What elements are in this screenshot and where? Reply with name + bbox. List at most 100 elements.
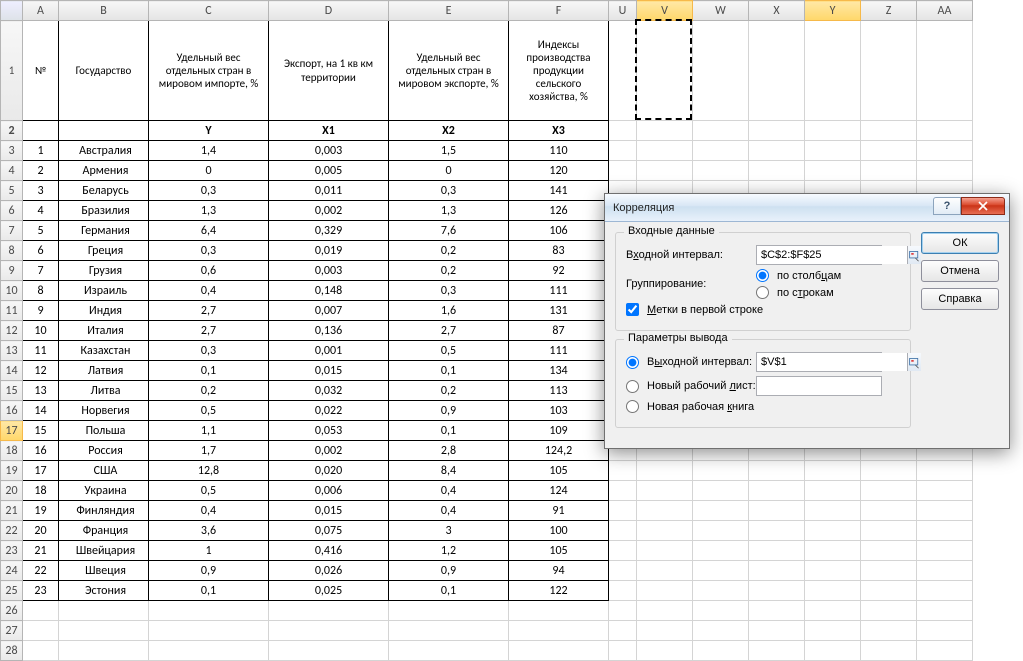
cell[interactable]: 3 xyxy=(389,521,509,541)
cell[interactable]: Россия xyxy=(59,441,149,461)
cell[interactable] xyxy=(749,601,805,621)
cell[interactable] xyxy=(805,581,861,601)
cell[interactable] xyxy=(637,121,693,141)
cell[interactable]: 0,3 xyxy=(389,181,509,201)
cell[interactable] xyxy=(609,541,637,561)
table-header-cell[interactable]: Экспорт, на 1 кв км территории xyxy=(269,21,389,121)
cell[interactable] xyxy=(59,641,149,661)
cell[interactable] xyxy=(389,641,509,661)
row-header[interactable]: 16 xyxy=(1,401,23,421)
cell[interactable]: 100 xyxy=(509,521,609,541)
cell[interactable] xyxy=(917,641,973,661)
cell[interactable]: 105 xyxy=(509,541,609,561)
cell[interactable] xyxy=(861,481,917,501)
cell[interactable]: 22 xyxy=(23,561,59,581)
cell[interactable]: 2,7 xyxy=(149,301,269,321)
cell[interactable]: 0,3 xyxy=(149,341,269,361)
cell[interactable]: 111 xyxy=(509,341,609,361)
column-header[interactable]: V xyxy=(637,1,693,21)
cell[interactable]: 0 xyxy=(149,161,269,181)
cell[interactable] xyxy=(637,21,693,121)
row-header[interactable]: 14 xyxy=(1,361,23,381)
row-header[interactable]: 5 xyxy=(1,181,23,201)
table-header-cell[interactable]: Удельный вес отдельных стран в мировом э… xyxy=(389,21,509,121)
cell[interactable] xyxy=(917,141,973,161)
column-header[interactable]: B xyxy=(59,1,149,21)
table-subheader-cell[interactable]: X3 xyxy=(509,121,609,141)
cell[interactable]: США xyxy=(59,461,149,481)
cell[interactable]: 0 xyxy=(389,161,509,181)
cell[interactable] xyxy=(609,641,637,661)
cell[interactable]: 0,329 xyxy=(269,221,389,241)
cell[interactable] xyxy=(805,501,861,521)
cell[interactable] xyxy=(637,601,693,621)
row-header[interactable]: 3 xyxy=(1,141,23,161)
cell[interactable]: 0,1 xyxy=(389,361,509,381)
cell[interactable]: 0,001 xyxy=(269,341,389,361)
cell[interactable] xyxy=(693,561,749,581)
cell[interactable]: Беларусь xyxy=(59,181,149,201)
cell[interactable] xyxy=(269,621,389,641)
cell[interactable]: 0,005 xyxy=(269,161,389,181)
cell[interactable] xyxy=(693,541,749,561)
cell[interactable]: 0,4 xyxy=(149,281,269,301)
cell[interactable] xyxy=(637,641,693,661)
cell[interactable] xyxy=(693,141,749,161)
cell[interactable] xyxy=(861,461,917,481)
cell[interactable] xyxy=(749,561,805,581)
cell[interactable]: 4 xyxy=(23,201,59,221)
new-worksheet-name-input[interactable] xyxy=(756,376,882,396)
cell[interactable] xyxy=(609,581,637,601)
cell[interactable]: Эстония xyxy=(59,581,149,601)
cell[interactable] xyxy=(693,461,749,481)
cell[interactable] xyxy=(805,621,861,641)
cell[interactable] xyxy=(637,621,693,641)
cell[interactable]: 18 xyxy=(23,481,59,501)
cell[interactable]: 0,002 xyxy=(269,441,389,461)
cell[interactable]: 1,7 xyxy=(149,441,269,461)
cell[interactable]: 12,8 xyxy=(149,461,269,481)
cell[interactable] xyxy=(749,121,805,141)
cell[interactable]: 0,136 xyxy=(269,321,389,341)
cell[interactable] xyxy=(509,621,609,641)
cell[interactable]: 15 xyxy=(23,421,59,441)
cell[interactable] xyxy=(861,521,917,541)
cell[interactable]: Грузия xyxy=(59,261,149,281)
ok-button[interactable]: ОК xyxy=(921,232,999,254)
row-header[interactable]: 20 xyxy=(1,481,23,501)
cell[interactable]: 134 xyxy=(509,361,609,381)
cell[interactable] xyxy=(693,121,749,141)
row-header[interactable]: 7 xyxy=(1,221,23,241)
cell[interactable]: Финляндия xyxy=(59,501,149,521)
row-header[interactable]: 27 xyxy=(1,621,23,641)
cell[interactable]: 7,6 xyxy=(389,221,509,241)
cell[interactable]: 8 xyxy=(23,281,59,301)
cell[interactable] xyxy=(637,581,693,601)
cell[interactable] xyxy=(637,541,693,561)
cell[interactable] xyxy=(59,621,149,641)
new-worksheet-radio[interactable]: Новый рабочий лист: xyxy=(626,380,756,393)
cell[interactable] xyxy=(749,161,805,181)
cell[interactable]: 0,003 xyxy=(269,261,389,281)
row-header[interactable]: 18 xyxy=(1,441,23,461)
cell[interactable] xyxy=(805,541,861,561)
cell[interactable]: 1 xyxy=(23,141,59,161)
cell[interactable]: 2,8 xyxy=(389,441,509,461)
cell[interactable]: Индия xyxy=(59,301,149,321)
cell[interactable] xyxy=(861,561,917,581)
cell[interactable]: 10 xyxy=(23,321,59,341)
cell[interactable]: 11 xyxy=(23,341,59,361)
cell[interactable] xyxy=(749,581,805,601)
column-header[interactable]: A xyxy=(23,1,59,21)
table-subheader-cell[interactable]: X1 xyxy=(269,121,389,141)
cell[interactable] xyxy=(917,461,973,481)
column-header[interactable]: D xyxy=(269,1,389,21)
column-header[interactable]: AA xyxy=(917,1,973,21)
cell[interactable]: Латвия xyxy=(59,361,149,381)
cell[interactable]: 94 xyxy=(509,561,609,581)
cell[interactable]: 7 xyxy=(23,261,59,281)
cell[interactable]: Италия xyxy=(59,321,149,341)
cell[interactable] xyxy=(917,601,973,621)
cell[interactable] xyxy=(609,561,637,581)
cell[interactable]: 0,032 xyxy=(269,381,389,401)
